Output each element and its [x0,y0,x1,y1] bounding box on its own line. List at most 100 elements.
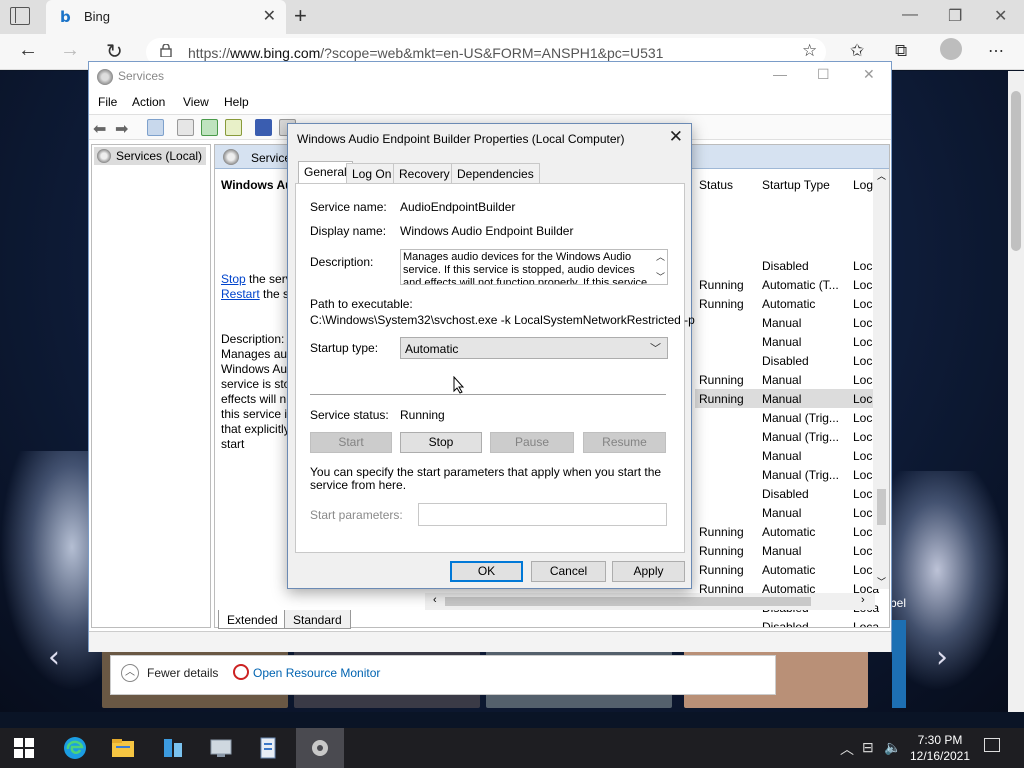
more-icon[interactable]: ⋯ [988,41,1004,61]
tree-item-services-local[interactable]: Services (Local) [94,147,206,165]
scroll-up-icon[interactable]: ︿ [877,169,886,182]
startup-type-select[interactable]: Automatic ﹀ [400,337,668,359]
row-startup-type[interactable]: Manual [762,373,801,387]
refresh-icon[interactable] [201,119,218,136]
description-textbox[interactable]: Manages audio devices for the Windows Au… [400,249,668,285]
tab-recovery[interactable]: Recovery [393,163,456,183]
forward-icon[interactable]: ➡ [115,119,132,138]
ok-button[interactable]: OK [450,561,523,582]
row-startup-type[interactable]: Automatic [762,525,815,539]
row-startup-type[interactable]: Manual (Trig... [762,430,839,444]
start-parameters-input[interactable] [418,503,667,526]
maximize-icon[interactable]: ☐ [817,66,830,83]
edge-icon[interactable] [62,736,88,760]
browser-tab[interactable]: b Bing ✕ [46,0,286,34]
tray-chevron-up-icon[interactable]: ︿ [840,739,854,759]
horizontal-scrollbar[interactable]: ‹ › [425,593,875,610]
row-status[interactable]: Running [699,297,744,311]
carousel-prev-icon[interactable]: ‹ [48,640,60,675]
row-startup-type[interactable]: Manual [762,335,801,349]
add-favorite-icon[interactable]: ☆ [802,41,817,61]
menu-action[interactable]: Action [132,95,165,109]
row-startup-type[interactable]: Manual [762,316,801,330]
column-header-startup-type[interactable]: Startup Type [762,178,830,192]
row-startup-type[interactable]: Manual [762,392,801,406]
pause-button[interactable]: Pause [490,432,574,453]
apply-button[interactable]: Apply [612,561,685,582]
row-status[interactable]: Running [699,563,744,577]
tab-standard[interactable]: Standard [284,610,351,629]
column-header-status[interactable]: Status [699,178,733,192]
menu-file[interactable]: File [98,95,117,109]
back-icon[interactable]: ← [18,39,38,62]
page-scrollbar[interactable] [1008,71,1024,712]
row-status[interactable]: Running [699,544,744,558]
tab-dependencies[interactable]: Dependencies [451,163,540,183]
tab-actions-icon[interactable] [10,7,30,25]
menu-help[interactable]: Help [224,95,249,109]
help-icon[interactable] [255,119,272,136]
services-gear-icon[interactable] [307,736,333,760]
row-startup-type[interactable]: Manual [762,544,801,558]
scroll-up-icon[interactable]: ︿ [656,250,665,263]
row-startup-type[interactable]: Automatic (T... [762,278,839,292]
server-manager-icon[interactable] [160,736,186,760]
scroll-down-icon[interactable]: ﹀ [877,575,886,588]
scroll-thumb[interactable] [445,597,811,606]
open-resource-monitor-link[interactable]: Open Resource Monitor [253,666,380,680]
row-startup-type[interactable]: Automatic [762,563,815,577]
new-tab-icon[interactable]: + [294,3,307,29]
row-startup-type[interactable]: Automatic [762,297,815,311]
scroll-down-icon[interactable]: ﹀ [656,270,665,283]
tab-log-on[interactable]: Log On [346,163,398,183]
menu-view[interactable]: View [183,95,209,109]
system-clock[interactable]: 7:30 PM 12/16/2021 [904,732,976,764]
row-status[interactable]: Running [699,278,744,292]
show-hide-tree-icon[interactable] [147,119,164,136]
row-startup-type[interactable]: Manual (Trig... [762,411,839,425]
start-button[interactable]: Start [310,432,392,453]
favorites-icon[interactable]: ✩ [850,41,864,61]
file-explorer-icon[interactable] [110,736,136,760]
fewer-details-button[interactable]: Fewer details [147,666,218,680]
row-status[interactable]: Running [699,392,744,406]
carousel-next-icon[interactable]: › [936,640,948,675]
row-startup-type[interactable]: Disabled [762,354,809,368]
chevron-up-icon[interactable]: ︿ [121,664,139,682]
document-icon[interactable] [256,736,282,760]
cancel-button[interactable]: Cancel [531,561,606,582]
minimize-icon[interactable]: — [773,66,787,82]
row-startup-type[interactable]: Manual [762,506,801,520]
row-log-on[interactable]: Loca [853,620,879,627]
row-status[interactable]: Running [699,373,744,387]
windows-start-icon[interactable] [14,738,34,758]
close-icon[interactable]: ✕ [994,6,1007,26]
forward-icon[interactable]: → [60,39,80,62]
resume-button[interactable]: Resume [583,432,666,453]
scroll-right-icon[interactable]: › [861,594,865,606]
restart-link[interactable]: Restart [221,287,260,301]
restore-icon[interactable]: ❐ [948,6,962,26]
stop-link[interactable]: Stop [221,272,246,286]
remote-desktop-icon[interactable] [208,736,234,760]
row-startup-type[interactable]: Manual (Trig... [762,468,839,482]
properties-icon[interactable] [177,119,194,136]
back-icon[interactable]: ⬅ [93,119,110,138]
tab-close-icon[interactable]: ✕ [263,6,276,26]
notifications-icon[interactable] [984,738,1000,752]
scroll-thumb[interactable] [877,489,886,525]
row-startup-type[interactable]: Disabled [762,620,809,627]
tab-general[interactable]: General [298,161,353,184]
scroll-left-icon[interactable]: ‹ [433,594,437,606]
collections-icon[interactable]: ⧉ [895,41,907,61]
column-header-log-on[interactable]: Log [853,178,873,192]
minimize-icon[interactable]: — [902,6,918,24]
network-icon[interactable]: ⊟ [862,739,874,756]
volume-muted-icon[interactable]: 🔈 [884,739,901,756]
tab-extended[interactable]: Extended [218,610,287,629]
row-startup-type[interactable]: Disabled [762,487,809,501]
close-icon[interactable]: ✕ [669,127,683,147]
profile-avatar[interactable] [940,38,962,66]
vertical-scrollbar[interactable]: ︿ ﹀ [873,169,889,589]
close-icon[interactable]: ✕ [863,66,875,83]
